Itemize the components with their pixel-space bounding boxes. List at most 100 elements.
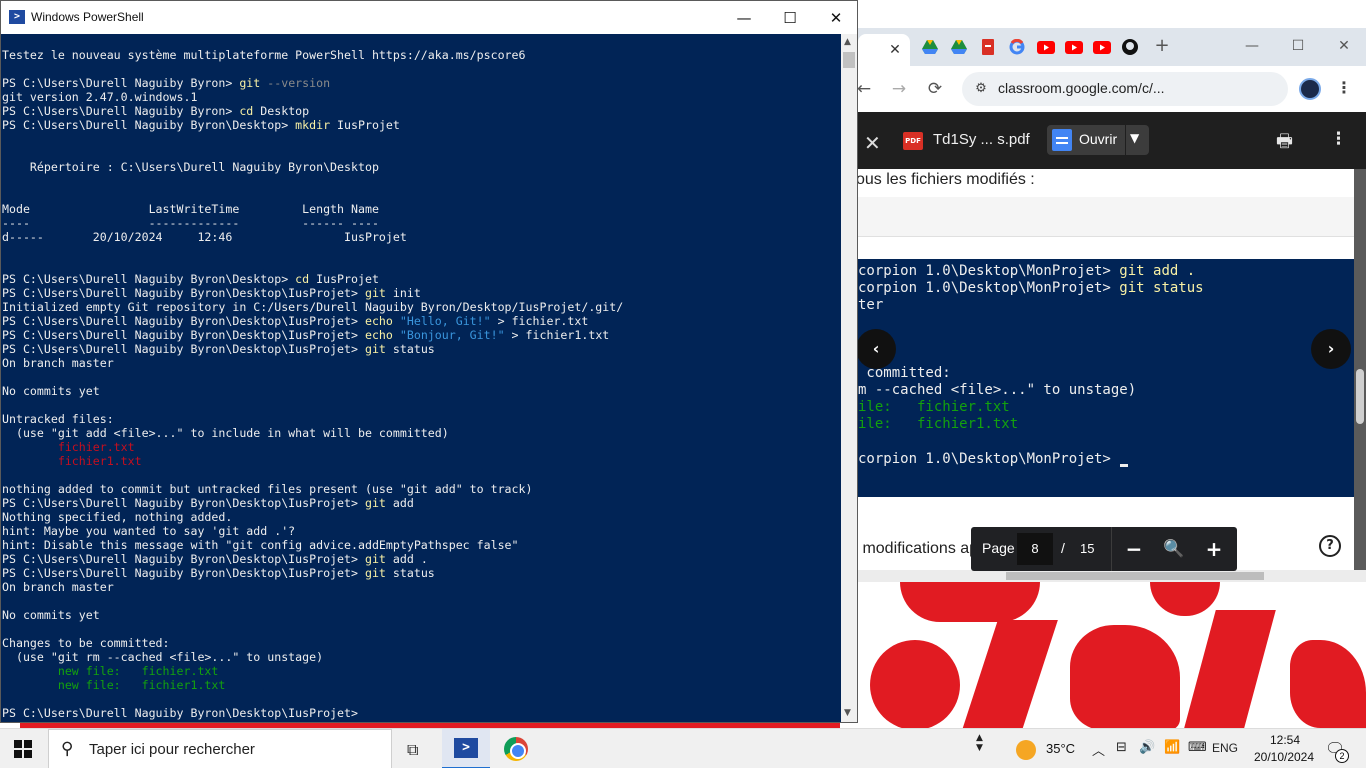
console-text: > fichier.txt [490,314,589,328]
console-text: Untracked files: [2,412,114,426]
console-line: PS C:\Users\Durell Naguiby Byron\Desktop… [2,496,414,510]
chrome-menu-icon[interactable]: ⋮ [1336,78,1352,97]
page-zoom-bar: Page 8 / 15 − 🔍 + [971,527,1237,571]
language-indicator[interactable]: ENG [1212,741,1238,755]
console-output[interactable]: Testez le nouveau système multiplateform… [1,34,841,722]
more-options-icon[interactable]: ⋮ [1330,129,1347,149]
screenshot-command: git add . [1119,263,1196,279]
tray-overflow-icon[interactable]: ▲ ▼ [976,733,983,753]
wallpaper-shape [962,620,1058,728]
scroll-down-icon[interactable]: ▼ [844,708,851,718]
console-text: hint: Disable this message with "git con… [2,538,519,552]
console-scrollbar[interactable]: ▲ ▼ [841,34,857,722]
console-text: PS C:\Users\Durell Naguiby Byron> [2,76,240,90]
clock-date[interactable]: 20/10/2024 [1246,750,1322,764]
console-text: init [385,286,421,300]
chrome-close-button[interactable]: ✕ [1330,36,1358,56]
console-text: status [385,566,435,580]
close-icon[interactable]: ✕ [864,131,881,155]
chrome-maximize-button[interactable]: ☐ [1284,36,1312,56]
scroll-up-icon[interactable]: ▲ [844,37,851,47]
screenshot-line: corpion 1.0\Desktop\MonProjet> [858,451,1119,467]
pdf-icon[interactable] [979,38,997,56]
weather-temperature[interactable]: 35°C [1046,741,1075,756]
screenshot-command: git status [1119,280,1204,296]
tab-strip: ✕ + — ☐ ✕ [858,28,1366,66]
console-text: fichier.txt [2,440,135,454]
page-number-input[interactable]: 8 [1017,533,1053,565]
page-label: Page [982,540,1015,556]
page-text: ous les fichiers modifiés : [858,171,1035,188]
active-tab[interactable]: ✕ [858,34,910,66]
profile-avatar[interactable] [1299,78,1321,100]
google-drive-icon[interactable] [921,38,939,56]
youtube-icon[interactable] [1093,38,1111,56]
wallpaper-shape [1070,625,1180,728]
address-text[interactable]: classroom.google.com/c/... [998,80,1165,96]
task-view-button[interactable]: ⧉ [392,729,440,768]
console-text: Répertoire : C:\Users\Durell Naguiby Byr… [2,160,379,174]
console-text: PS C:\Users\Durell Naguiby Byron\Desktop… [2,314,365,328]
console-text: On branch master [2,580,114,594]
next-page-icon[interactable]: › [1311,329,1351,369]
youtube-icon[interactable] [1065,38,1083,56]
chrome-minimize-button[interactable]: — [1238,36,1266,56]
youtube-icon[interactable] [1037,38,1055,56]
console-command: git [364,552,386,566]
powershell-titlebar[interactable]: > Windows PowerShell — ☐ ✕ [1,1,857,34]
console-line: (use "git rm --cached <file>..." to unst… [2,650,323,664]
zoom-fit-icon[interactable]: 🔍 [1162,536,1186,562]
github-icon[interactable] [1121,38,1139,56]
console-command: mkdir [295,118,331,132]
taskbar-powershell[interactable]: > [442,729,490,768]
chevron-up-icon[interactable]: ︿ [1092,740,1105,759]
taskbar-search[interactable]: ⚲ Taper ici pour rechercher [48,729,392,768]
search-placeholder[interactable]: Taper ici pour rechercher [89,741,255,758]
scrollbar-thumb[interactable] [1006,572,1264,580]
windows-start-icon[interactable] [14,740,32,758]
network-icon[interactable]: 📶 [1164,740,1180,755]
clock-time[interactable]: 12:54 [1262,733,1308,747]
new-tab-icon[interactable]: + [1148,36,1176,56]
google-drive-icon[interactable] [950,38,968,56]
scrollbar-thumb[interactable] [843,52,855,68]
console-text: PS C:\Users\Durell Naguiby Byron\Desktop… [2,496,365,510]
zoom-in-button[interactable]: + [1202,536,1226,562]
pdf-file-icon: PDF [903,132,923,150]
volume-icon[interactable]: 🔊 [1139,740,1155,755]
reload-icon[interactable]: ⟳ [923,77,947,101]
minimize-button[interactable]: — [721,5,767,31]
maximize-button[interactable]: ☐ [767,5,813,31]
print-icon[interactable]: 🖶 [1276,129,1293,159]
chevron-down-icon[interactable]: ▼ [1130,131,1139,145]
console-text: (use "git add <file>..." to include in w… [2,426,449,440]
keyboard-icon[interactable]: ⌨ [1188,740,1207,755]
divider [1125,125,1126,155]
open-with-button[interactable]: Ouvrir ▼ [1047,125,1149,155]
wallpaper-shape [1290,640,1366,728]
meet-now-icon[interactable]: ⊟ [1116,740,1127,755]
tab-close-icon[interactable]: ✕ [886,41,904,59]
console-line: PS C:\Users\Durell Naguiby Byron\Desktop… [2,566,435,580]
google-icon[interactable] [1008,38,1026,56]
site-info-icon[interactable]: ⚙ [971,80,991,98]
console-text: Desktop [253,104,310,118]
help-icon[interactable]: ? [1319,535,1341,557]
console-line: PS C:\Users\Durell Naguiby Byron\Desktop… [2,286,421,300]
address-bar[interactable]: ⚙ classroom.google.com/c/... [962,72,1288,106]
console-line: PS C:\Users\Durell Naguiby Byron> cd Des… [2,104,309,118]
console-text: new file: fichier1.txt [2,678,226,692]
powershell-icon: > [454,738,478,758]
zoom-out-button[interactable]: − [1122,536,1146,562]
pdf-scrollbar[interactable] [1354,169,1366,582]
console-line: PS C:\Users\Durell Naguiby Byron\Desktop… [2,118,400,132]
divider [1111,527,1112,571]
weather-icon[interactable] [1016,740,1036,760]
forward-icon[interactable]: → [887,77,911,101]
close-button[interactable]: ✕ [813,5,857,31]
horizontal-scrollbar[interactable] [858,570,1366,582]
screenshot-text: ter [858,297,884,313]
scrollbar-thumb[interactable] [1356,369,1364,424]
taskbar-chrome[interactable] [492,729,540,768]
back-icon[interactable]: ← [858,77,876,101]
